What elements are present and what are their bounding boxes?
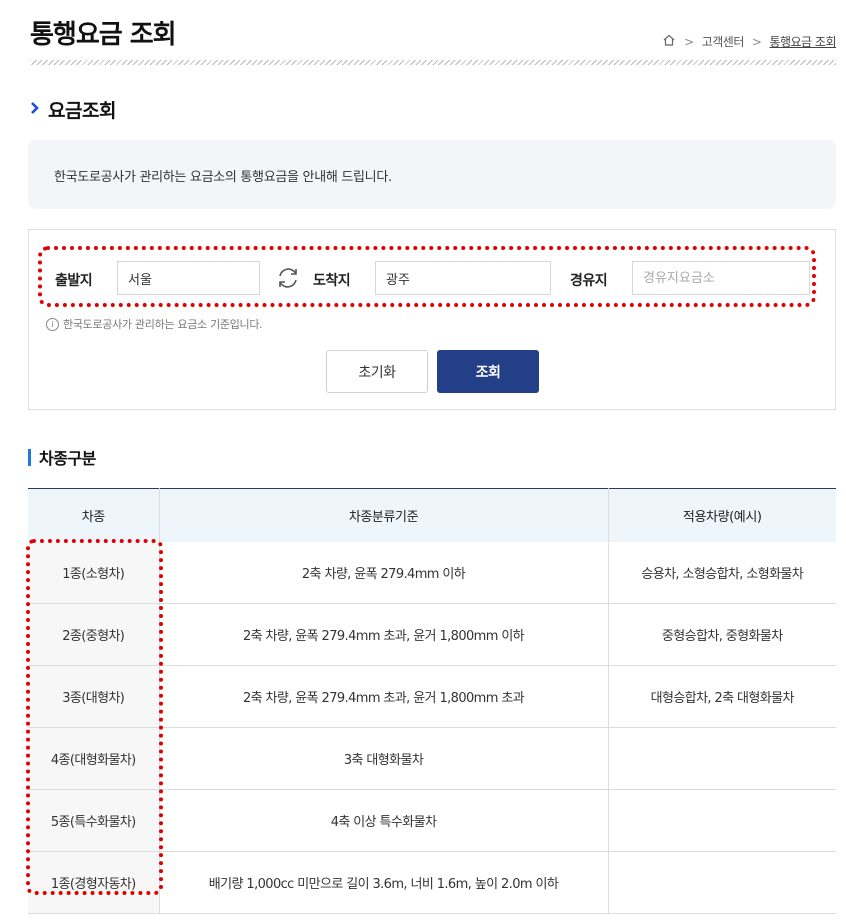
- section-title: 요금조회: [48, 100, 116, 122]
- criteria-cell: 배기량 1,000cc 미만으로 길이 3.6m, 너비 1.6m, 높이 2.…: [159, 851, 609, 914]
- home-icon[interactable]: [662, 33, 676, 50]
- breadcrumb: > 고객센터 > 통행요금 조회: [662, 33, 836, 50]
- vehicle-type-highlight-annotation: [26, 539, 163, 895]
- chevron-right-icon: [30, 99, 40, 120]
- example-cell: 중형승합차, 중형화물차: [608, 603, 836, 666]
- header-criteria: 차종분류기준: [159, 488, 609, 542]
- chevron-right-icon: >: [684, 34, 694, 49]
- vehicle-section-title: 차종구분: [39, 449, 96, 468]
- example-cell: [608, 727, 836, 790]
- breadcrumb-item-customer-center[interactable]: 고객센터: [702, 33, 745, 50]
- chevron-right-icon: >: [751, 34, 762, 49]
- criteria-cell: 2축 차량, 윤폭 279.4mm 이하: [159, 542, 609, 604]
- example-cell: 승용차, 소형승합차, 소형화물차: [608, 542, 836, 604]
- section-bar: [28, 448, 31, 466]
- title-divider: [30, 60, 836, 65]
- search-highlight-annotation: [38, 246, 816, 307]
- vehicle-section-heading: 차종구분: [28, 445, 96, 469]
- search-button[interactable]: 조회: [437, 350, 539, 393]
- header-vehicle-type: 차종: [28, 488, 160, 542]
- example-cell: 대형승합차, 2축 대형화물차: [608, 665, 836, 728]
- example-cell: [608, 851, 836, 914]
- page-title: 통행요금 조회: [30, 20, 177, 50]
- reset-button[interactable]: 초기화: [326, 350, 428, 393]
- header-example: 적용차량(예시): [608, 488, 836, 542]
- criteria-cell: 2축 차량, 윤폭 279.4mm 초과, 윤거 1,800mm 초과: [159, 665, 609, 728]
- criteria-cell: 3축 대형화물차: [159, 727, 609, 790]
- note-text: 한국도로공사가 관리하는 요금소 기준입니다.: [63, 318, 263, 331]
- note: i 한국도로공사가 관리하는 요금소 기준입니다.: [46, 316, 263, 332]
- info-icon: i: [46, 317, 59, 331]
- info-text: 한국도로공사가 관리하는 요금소의 통행요금을 안내해 드립니다.: [54, 170, 392, 185]
- example-cell: [608, 789, 836, 852]
- table-header-row: 차종 차종분류기준 적용차량(예시): [28, 488, 836, 542]
- info-box: 한국도로공사가 관리하는 요금소의 통행요금을 안내해 드립니다.: [28, 140, 836, 209]
- criteria-cell: 4축 이상 특수화물차: [159, 789, 609, 852]
- criteria-cell: 2축 차량, 윤폭 279.4mm 초과, 윤거 1,800mm 이하: [159, 603, 609, 666]
- breadcrumb-item-current[interactable]: 통행요금 조회: [769, 33, 836, 50]
- section-heading: 요금조회: [30, 96, 116, 123]
